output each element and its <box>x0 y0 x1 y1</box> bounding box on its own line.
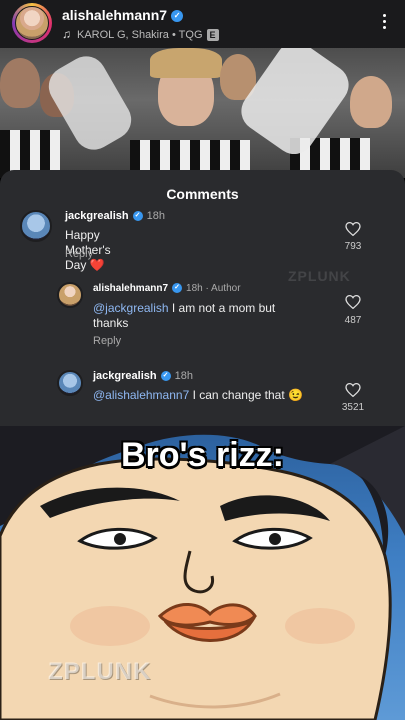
comment-time: 18h <box>174 370 193 382</box>
commenter-avatar[interactable] <box>57 282 83 308</box>
reel-header: alishalehmann7 ✓ ♫ KAROL G, Shakira • TQG E <box>0 0 405 48</box>
heart-icon[interactable] <box>345 383 361 397</box>
verified-icon: ✓ <box>132 211 143 222</box>
post-photo <box>0 48 405 178</box>
comment-time: 18h <box>146 210 165 222</box>
commenter-name[interactable]: jackgrealish ✓ 18h <box>65 210 165 222</box>
verified-icon: ✓ <box>171 10 184 23</box>
profile-avatar[interactable] <box>12 3 52 43</box>
reply-button[interactable]: Reply <box>65 248 93 260</box>
commenter-username: jackgrealish <box>65 210 129 222</box>
reply-button[interactable]: Reply <box>93 335 121 347</box>
mention-link[interactable]: @alishalehmann7 <box>93 388 189 402</box>
commenter-username: jackgrealish <box>93 370 157 382</box>
like-count: 793 <box>344 241 362 252</box>
meme-caption: Bro's rizz: <box>121 436 284 474</box>
commenter-name[interactable]: alishalehmann7 ✓ 18h · Author <box>93 283 241 294</box>
username-text: alishalehmann7 <box>62 7 168 23</box>
profile-username[interactable]: alishalehmann7 ✓ <box>62 7 184 23</box>
comment-body: I can change that 😉 <box>189 388 303 402</box>
author-tag: · Author <box>205 283 241 294</box>
like-count: 487 <box>344 315 362 326</box>
heart-icon[interactable] <box>345 295 361 309</box>
music-info[interactable]: ♫ KAROL G, Shakira • TQG E <box>62 27 219 42</box>
comment-text: @jackgrealish I am not a mom but thanks <box>93 301 303 331</box>
commenter-avatar[interactable] <box>57 370 83 396</box>
watermark-small: ZPLUNK <box>288 268 351 284</box>
watermark-large: ZPLUNK <box>48 658 152 685</box>
commenter-avatar[interactable] <box>20 210 52 242</box>
mention-link[interactable]: @jackgrealish <box>93 301 169 315</box>
heart-icon[interactable] <box>345 222 361 236</box>
comments-sheet: Comments ZPLUNK jackgrealish ✓ 18h Happy M… <box>0 170 405 426</box>
meme-image: Bro's rizz: ZPLUNK <box>0 426 405 720</box>
music-note-icon: ♫ <box>62 27 71 41</box>
comment-time: 18h <box>186 283 203 294</box>
comment-text: @alishalehmann7 I can change that 😉 <box>93 388 323 403</box>
commenter-name[interactable]: jackgrealish ✓ 18h <box>93 370 193 382</box>
commenter-username: alishalehmann7 <box>93 283 169 294</box>
verified-icon: ✓ <box>160 371 171 382</box>
more-options-icon[interactable] <box>383 14 387 32</box>
like-count: 3521 <box>341 402 365 413</box>
verified-icon: ✓ <box>172 283 183 294</box>
music-text: KAROL G, Shakira • TQG <box>77 29 203 41</box>
comments-title: Comments <box>166 186 239 202</box>
explicit-badge: E <box>206 29 219 42</box>
